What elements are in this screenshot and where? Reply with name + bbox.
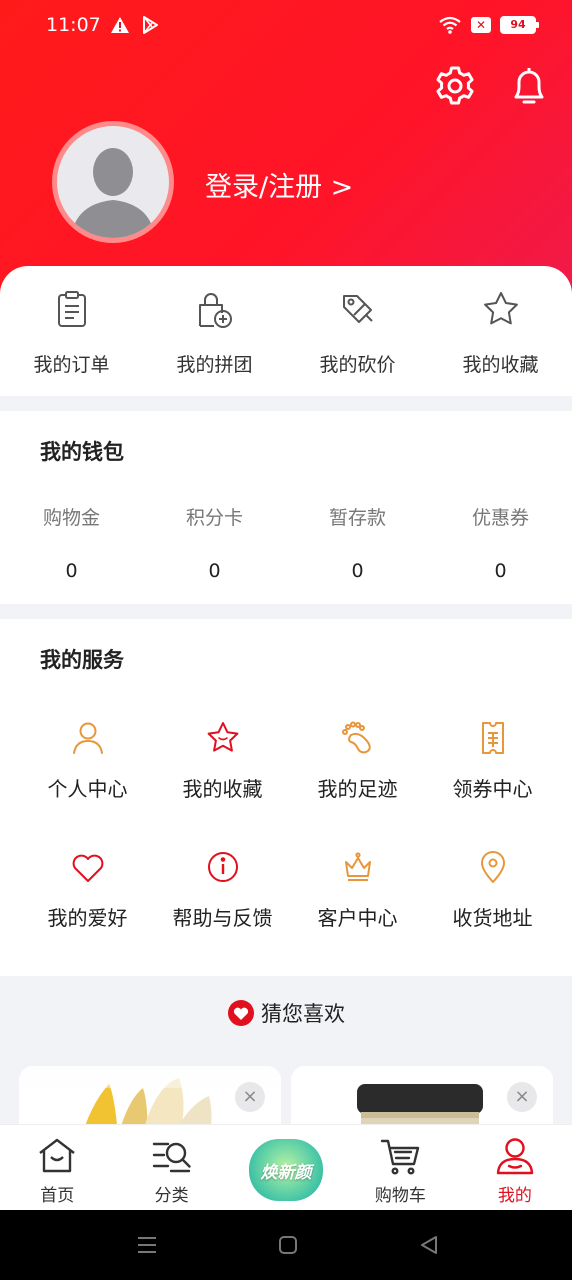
my-group-buy-button[interactable]: 我的拼团 [143,266,286,396]
heart-icon [72,854,103,882]
cart-icon [381,1139,420,1175]
my-orders-button[interactable]: 我的订单 [0,266,143,396]
wallet-title: 我的钱包 [40,440,124,464]
heart-badge-icon [228,1000,254,1026]
battery-icon: 94 [500,16,539,34]
tab-cart[interactable]: 购物车 [343,1125,457,1210]
service-customer-center[interactable]: 客户中心 [290,848,425,931]
wallet-item-deposit[interactable]: 暂存款 0 [286,503,429,582]
wallet-item-points-card[interactable]: 积分卡 0 [143,503,286,582]
my-favorites-button[interactable]: 我的收藏 [429,266,572,396]
star-icon [483,292,518,325]
quick-actions-card: 我的订单 我的拼团 我的砍价 我的收藏 [0,266,572,396]
service-footprints[interactable]: 我的足迹 [290,719,425,802]
recommendation-header: 猜您喜欢 [0,998,572,1028]
service-help-feedback[interactable]: 帮助与反馈 [155,848,290,931]
service-hobbies[interactable]: 我的爱好 [20,848,155,931]
settings-button[interactable] [433,64,477,108]
tab-category[interactable]: 分类 [114,1125,228,1210]
tab-mine[interactable]: 我的 [458,1125,572,1210]
status-bar: 11:07 ✕ 94 [0,0,572,52]
wifi-icon [439,16,461,34]
sim-off-icon: ✕ [471,17,491,33]
footprint-icon [341,721,371,754]
default-avatar-icon [71,148,155,238]
wallet-section: 我的钱包 购物金 0 积分卡 0 暂存款 0 优惠券 0 [0,411,572,604]
tab-home[interactable]: 首页 [0,1125,114,1210]
login-register-link[interactable]: 登录/注册 > [205,165,353,204]
close-icon[interactable]: × [507,1082,537,1112]
close-icon[interactable]: × [235,1082,265,1112]
bargain-tag-icon [342,295,373,323]
category-search-icon [152,1142,191,1173]
info-icon [207,852,238,882]
location-icon [480,851,505,883]
my-bargain-button[interactable]: 我的砍价 [286,266,429,396]
service-favorites[interactable]: 我的收藏 [155,719,290,802]
tab-promo[interactable]: 焕新颜 [229,1125,343,1210]
service-coupon-center[interactable]: 领券中心 [425,719,560,802]
order-icon [57,291,86,327]
services-title: 我的服务 [40,648,124,672]
star-icon [207,722,238,752]
service-personal-center[interactable]: 个人中心 [20,719,155,802]
crown-icon [344,852,371,881]
avatar[interactable] [52,121,174,243]
services-section: 我的服务 个人中心 我的收藏 我的足迹 领券中心 我的爱好 帮助与反馈 客户中心… [0,619,572,976]
group-buy-icon [198,293,232,328]
home-icon [39,1138,75,1173]
coupon-icon [481,722,504,754]
person-icon [72,722,103,754]
status-time: 11:07 [46,14,101,36]
back-icon[interactable] [418,1234,440,1256]
profile-header: 11:07 ✕ 94 登录/注册 > [0,0,572,300]
menu-icon[interactable] [136,1234,158,1256]
wallet-item-coupons[interactable]: 优惠券 0 [429,503,572,582]
notification-button[interactable] [508,64,550,108]
service-shipping-address[interactable]: 收货地址 [425,848,560,931]
wallet-item-shopping-gold[interactable]: 购物金 0 [0,503,143,582]
system-nav-bar [0,1210,572,1280]
profile-icon [496,1138,534,1175]
recommendation-title: 猜您喜欢 [261,1002,345,1026]
bottom-tab-bar: 首页 分类 焕新颜 购物车 我的 [0,1124,572,1210]
bell-icon [514,68,544,104]
warning-icon [111,17,129,33]
play-store-icon [143,16,158,34]
home-square-icon[interactable] [277,1234,299,1256]
gear-icon [436,66,474,105]
promo-badge: 焕新颜 [249,1139,324,1201]
